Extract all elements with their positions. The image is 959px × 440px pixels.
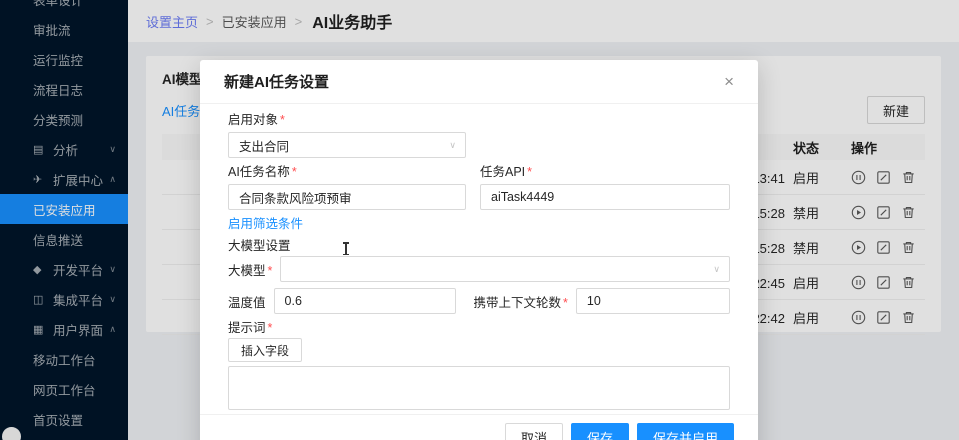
temperature-label: 温度值 — [228, 292, 266, 311]
close-icon[interactable]: × — [724, 73, 734, 90]
model-select[interactable]: ∨ — [280, 256, 730, 282]
required-star: * — [563, 296, 568, 310]
model-label: 大模型* — [228, 260, 272, 279]
context-rounds-input-wrap — [576, 288, 730, 314]
context-rounds-label: 携带上下文轮数* — [474, 292, 568, 311]
required-star: * — [527, 165, 532, 179]
chevron-down-icon: ∨ — [713, 264, 720, 275]
modal-footer: 取消 保存 保存并启用 — [200, 414, 758, 440]
required-star: * — [268, 264, 273, 278]
model-settings-label: 大模型设置 — [228, 238, 730, 254]
enable-filter-link[interactable]: 启用筛选条件 — [228, 217, 303, 231]
insert-field-button[interactable]: 插入字段 — [228, 338, 302, 362]
temperature-input[interactable] — [285, 294, 445, 308]
task-name-label: AI任务名称* — [228, 164, 466, 180]
save-button[interactable]: 保存 — [571, 423, 629, 440]
task-name-input-wrap — [228, 184, 466, 210]
modal-title: 新建AI任务设置 — [224, 71, 329, 92]
task-api-label: 任务API* — [480, 164, 730, 180]
task-name-input[interactable] — [239, 190, 455, 204]
save-and-enable-button[interactable]: 保存并启用 — [637, 423, 734, 440]
enable-target-value: 支出合同 — [239, 136, 289, 155]
required-star: * — [292, 165, 297, 179]
temperature-input-wrap — [274, 288, 456, 314]
cancel-button[interactable]: 取消 — [505, 423, 563, 440]
prompt-textarea[interactable] — [228, 366, 730, 410]
modal-body: 启用对象* 支出合同 ∨ AI任务名称* 任务API* — [200, 104, 758, 414]
task-api-input[interactable] — [491, 190, 719, 204]
enable-target-select[interactable]: 支出合同 ∨ — [228, 132, 466, 158]
enable-target-label: 启用对象* — [228, 112, 730, 128]
modal-header: 新建AI任务设置 × — [200, 60, 758, 104]
context-rounds-input[interactable] — [587, 294, 719, 308]
required-star: * — [268, 321, 273, 335]
chevron-down-icon: ∨ — [449, 140, 456, 151]
prompt-label: 提示词* — [228, 320, 730, 336]
text-cursor — [345, 242, 347, 255]
required-star: * — [280, 113, 285, 127]
new-ai-task-modal: 新建AI任务设置 × 启用对象* 支出合同 ∨ AI任务名称* 任务API* — [200, 60, 758, 440]
task-api-input-wrap — [480, 184, 730, 210]
